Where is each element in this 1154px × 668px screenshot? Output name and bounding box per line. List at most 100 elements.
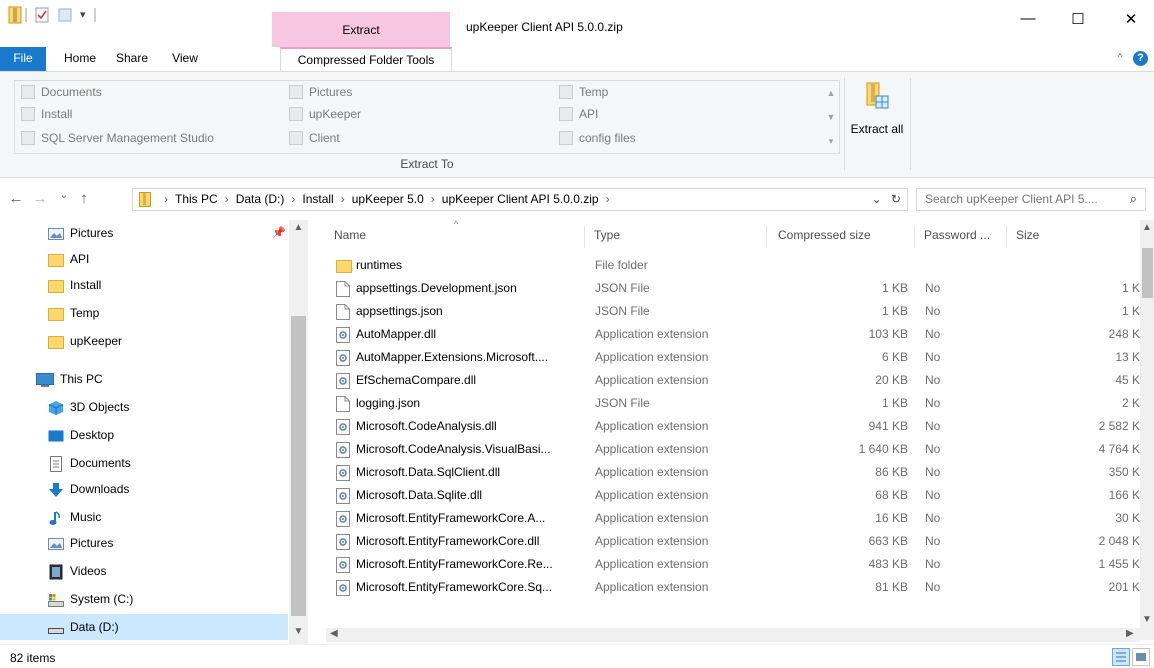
search-input[interactable] [925,192,1120,206]
collapse-ribbon-icon[interactable]: ^ [1112,47,1128,71]
table-row[interactable]: Microsoft.EntityFrameworkCore.A... Applic… [326,507,1140,530]
table-row[interactable]: Microsoft.EntityFrameworkCore.Sq... Appli… [326,576,1140,599]
file-list-horizontal-scrollbar[interactable]: ◀ ▶ [326,628,1140,642]
extract-to-temp[interactable]: Temp [557,83,608,101]
column-divider[interactable] [1006,226,1007,248]
table-row[interactable]: runtimes File folder [326,254,1140,277]
extract-to-client[interactable]: Client [287,129,340,147]
password-protected: No [925,534,941,548]
table-row[interactable]: AutoMapper.Extensions.Microsoft.... Appli… [326,346,1140,369]
forward-arrow-icon[interactable]: → [30,190,50,210]
nav-item-music[interactable]: Music [0,504,288,530]
nav-item-downloads[interactable]: Downloads [0,476,288,502]
properties-icon[interactable] [35,6,49,24]
close-button[interactable]: ✕ [1116,10,1146,34]
recent-locations-icon[interactable]: ⌄ [54,190,74,210]
scroll-right-icon[interactable]: ▶ [1126,628,1134,639]
nav-item-install[interactable]: Install [0,272,288,298]
nav-item-videos[interactable]: Videos [0,558,288,584]
scroll-down-icon[interactable]: ▼ [289,626,308,637]
file-list-vertical-scrollbar[interactable]: ▲ ▼ [1140,220,1154,640]
new-folder-icon[interactable] [58,6,72,24]
nav-item-system-c[interactable]: System (C:) [0,586,288,612]
breadcrumb-upkeeper-5[interactable]: upKeeper 5.0 [352,192,424,206]
breadcrumb-chevron-icon[interactable]: › [606,192,610,206]
nav-scroll-thumb[interactable] [291,316,306,616]
nav-item-documents[interactable]: Documents [0,450,288,476]
table-row[interactable]: Microsoft.Data.SqlClient.dll Application … [326,461,1140,484]
table-row[interactable]: appsettings.json JSON File 1 KB No 1 K [326,300,1140,323]
breadcrumb-zip[interactable]: upKeeper Client API 5.0.0.zip [442,192,599,206]
table-row[interactable]: Microsoft.CodeAnalysis.dll Application ex… [326,415,1140,438]
qat-customize-icon[interactable]: ▾ [80,6,92,24]
column-header-compressed-size[interactable]: Compressed size [778,228,871,242]
column-header-size[interactable]: Size [1016,228,1039,242]
tab-compressed-folder-tools[interactable]: Compressed Folder Tools [280,47,452,71]
help-icon[interactable]: ? [1133,51,1148,66]
up-arrow-icon[interactable]: ↑ [74,190,94,210]
column-header-name[interactable]: Name [334,228,366,242]
scroll-down-icon[interactable]: ▼ [1140,614,1154,625]
tab-home[interactable]: Home [56,47,104,71]
nav-item-upkeeper[interactable]: upKeeper [0,328,288,354]
scroll-up-icon[interactable]: ▲ [289,222,308,233]
tab-file[interactable]: File [0,47,46,71]
details-view-icon[interactable] [1112,648,1130,666]
scroll-left-icon[interactable]: ◀ [330,628,338,639]
nav-item-data-d[interactable]: Data (D:) [0,614,288,640]
nav-item-api[interactable]: API [0,246,288,272]
file-list-scroll-thumb[interactable] [1142,248,1153,298]
breadcrumb-install[interactable]: Install [302,192,333,206]
gallery-expand-icon[interactable]: ▾ [823,129,839,153]
gallery-scroll-up-icon[interactable]: ▲ [823,81,839,105]
maximize-button[interactable]: ☐ [1063,10,1093,34]
search-icon[interactable]: ⌕ [1130,191,1137,207]
nav-item-temp[interactable]: Temp [0,300,288,326]
table-row[interactable]: Microsoft.Data.Sqlite.dll Application ext… [326,484,1140,507]
refresh-icon[interactable]: ↻ [891,192,901,206]
back-arrow-icon[interactable]: ← [6,190,26,210]
extract-to-documents[interactable]: Documents [19,83,102,101]
table-row[interactable]: EfSchemaCompare.dll Application extension… [326,369,1140,392]
breadcrumb-chevron-icon[interactable]: › [291,192,295,206]
breadcrumb-data-d[interactable]: Data (D:) [236,192,285,206]
nav-item-pictures-quick[interactable]: Pictures [0,220,288,246]
large-icons-view-icon[interactable] [1132,648,1150,666]
breadcrumb-this-pc[interactable]: This PC [175,192,218,206]
extract-to-config-files[interactable]: config files [557,129,636,147]
table-row[interactable]: AutoMapper.dll Application extension 103 K… [326,323,1140,346]
address-bar[interactable]: › This PC › Data (D:) › Install › upKeeper 5.0 ›… [132,188,908,211]
extract-to-api[interactable]: API [557,105,598,123]
column-header-type[interactable]: Type [594,228,620,242]
table-row[interactable]: Microsoft.EntityFrameworkCore.Re... Appli… [326,553,1140,576]
breadcrumb-chevron-icon[interactable]: › [164,192,168,206]
breadcrumb-chevron-icon[interactable]: › [431,192,435,206]
breadcrumb-chevron-icon[interactable]: › [225,192,229,206]
nav-scrollbar[interactable]: ▲ ▼ [289,220,308,644]
breadcrumb-chevron-icon[interactable]: › [341,192,345,206]
tab-view[interactable]: View [162,47,208,71]
column-divider[interactable] [914,226,915,248]
column-divider[interactable] [584,226,585,248]
extract-to-sql-server[interactable]: SQL Server Management Studio [19,129,214,147]
address-history-dropdown-icon[interactable]: ⌄ [872,192,882,206]
column-header-password[interactable]: Password ... [924,228,990,242]
nav-item-pictures[interactable]: Pictures [0,530,288,556]
table-row[interactable]: Microsoft.CodeAnalysis.VisualBasi... Appl… [326,438,1140,461]
gallery-scroll-down-icon[interactable]: ▼ [823,105,839,129]
minimize-button[interactable]: — [1013,10,1043,34]
table-row[interactable]: logging.json JSON File 1 KB No 2 K [326,392,1140,415]
tab-share[interactable]: Share [108,47,156,71]
nav-item-desktop[interactable]: Desktop [0,422,288,448]
column-divider[interactable] [766,226,767,248]
scroll-up-icon[interactable]: ▲ [1140,222,1154,233]
nav-item-this-pc[interactable]: This PC [0,366,288,392]
extract-to-upkeeper[interactable]: upKeeper [287,105,361,123]
extract-to-install[interactable]: Install [19,105,72,123]
search-box[interactable]: ⌕ [916,188,1146,211]
table-row[interactable]: appsettings.Development.json JSON File 1 K… [326,277,1140,300]
table-row[interactable]: Microsoft.EntityFrameworkCore.dll Applica… [326,530,1140,553]
extract-to-pictures[interactable]: Pictures [287,83,352,101]
nav-item-3d-objects[interactable]: 3D Objects [0,394,288,420]
extract-all-button[interactable]: Extract all [849,78,905,168]
